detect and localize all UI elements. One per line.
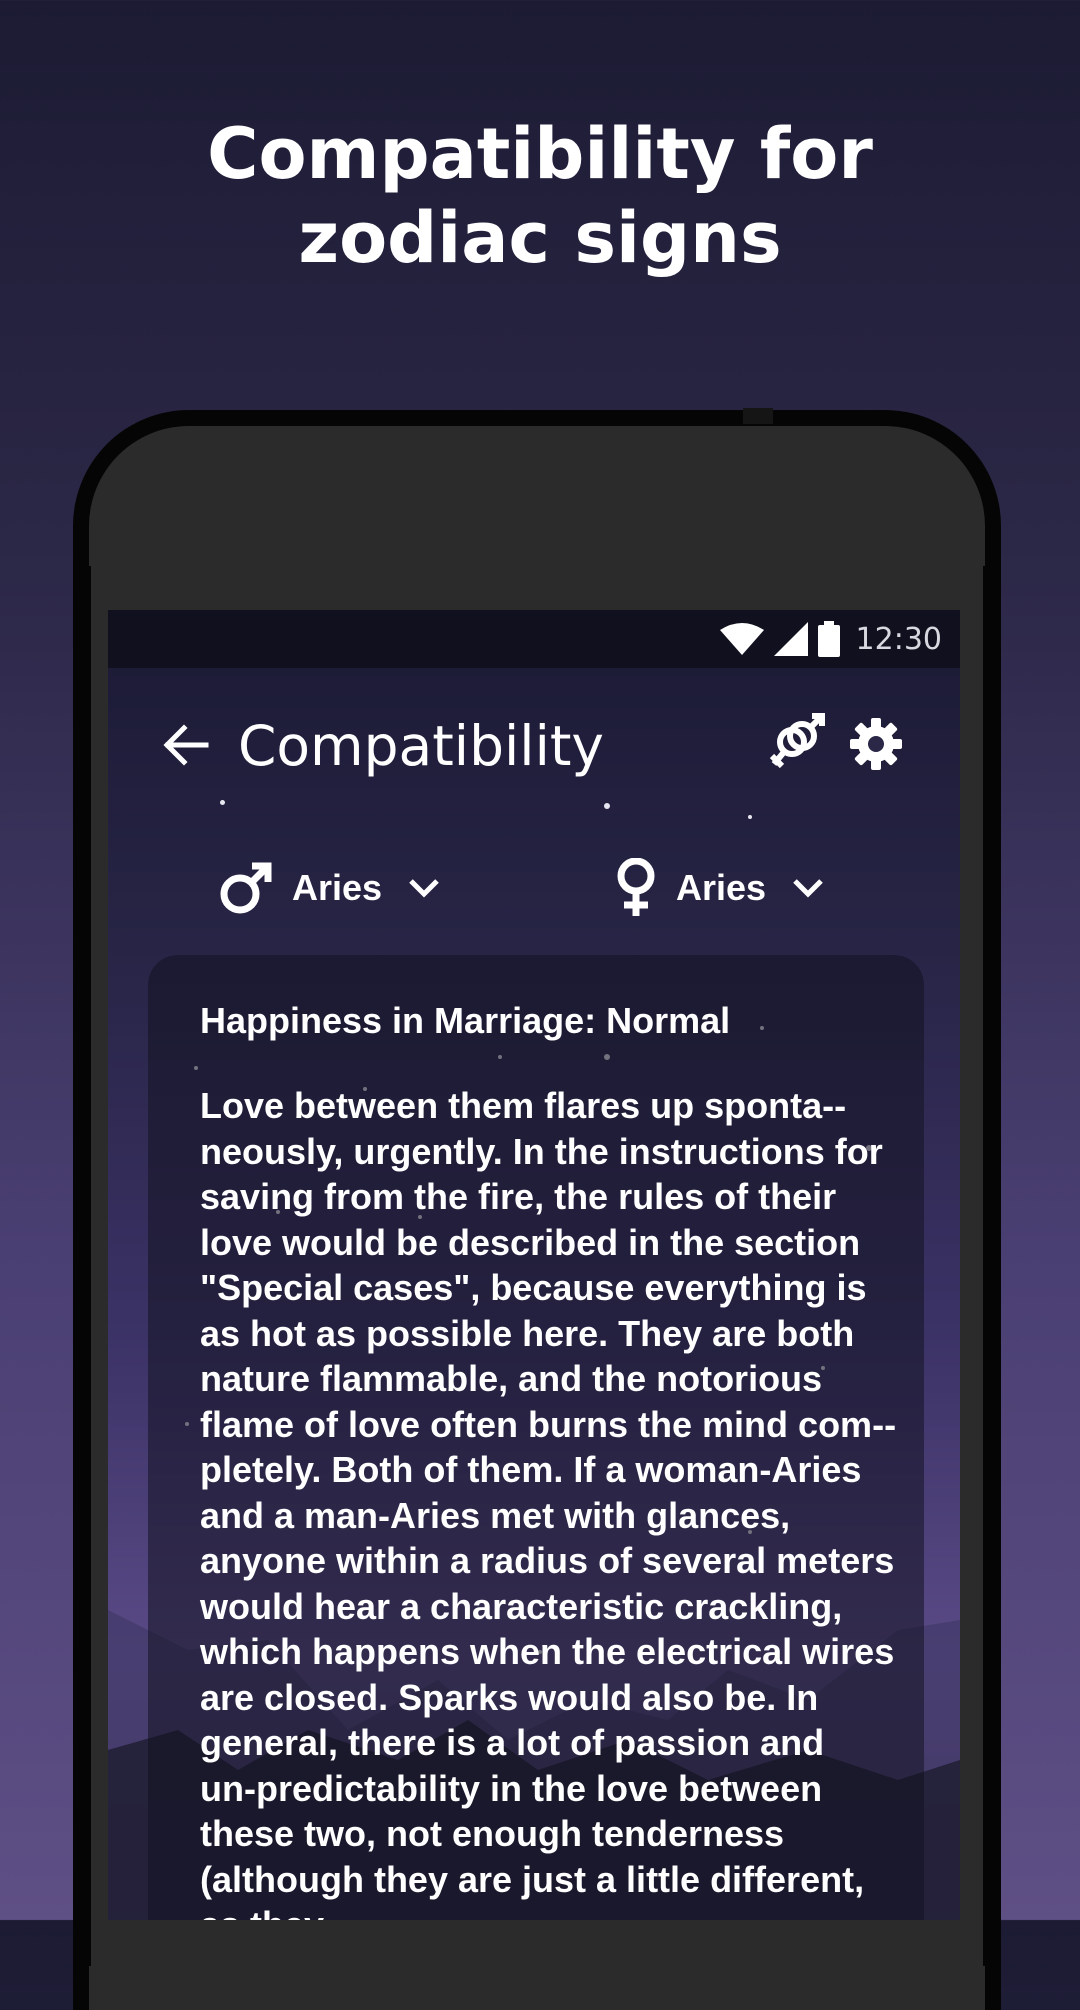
male-sign-selector[interactable]: Aries (218, 838, 440, 938)
promo-title: Compatibility for zodiac signs (0, 112, 1080, 280)
wifi-icon (719, 623, 764, 655)
male-symbol-icon (220, 862, 272, 914)
promo-title-line-2: zodiac signs (298, 197, 782, 279)
phone-edge-right (983, 566, 1001, 1966)
status-time: 12:30 (855, 621, 942, 657)
app-toolbar: Compatibility (108, 668, 960, 818)
compatibility-card: Happiness in Marriage: Normal Love betwe… (148, 955, 924, 1920)
phone-edge-left (73, 566, 91, 1966)
chevron-down-icon (793, 879, 823, 898)
male-sign-value: Aries (292, 867, 383, 908)
card-heading: Happiness in Marriage: Normal (200, 1000, 731, 1041)
promo-title-line-1: Compatibility for (207, 113, 873, 195)
card-body: Love between them flares up sponta-­neou… (200, 1085, 897, 1920)
phone-button (743, 408, 773, 424)
signal-icon (773, 622, 808, 656)
female-symbol-icon (617, 858, 655, 916)
app-screen: 12:30 Compatibility Aries Aries Happines… (108, 610, 960, 1920)
screen-title: Compatibility (238, 714, 604, 778)
female-sign-selector[interactable]: Aries (614, 838, 824, 938)
chevron-down-icon (409, 879, 439, 898)
gender-symbols-icon[interactable] (768, 712, 828, 776)
sign-selectors: Aries Aries (108, 838, 960, 938)
arrow-left-icon[interactable] (160, 720, 210, 770)
female-sign-value: Aries (676, 867, 767, 908)
status-bar: 12:30 (108, 610, 960, 668)
battery-icon (817, 621, 840, 657)
gear-icon[interactable] (848, 716, 904, 772)
